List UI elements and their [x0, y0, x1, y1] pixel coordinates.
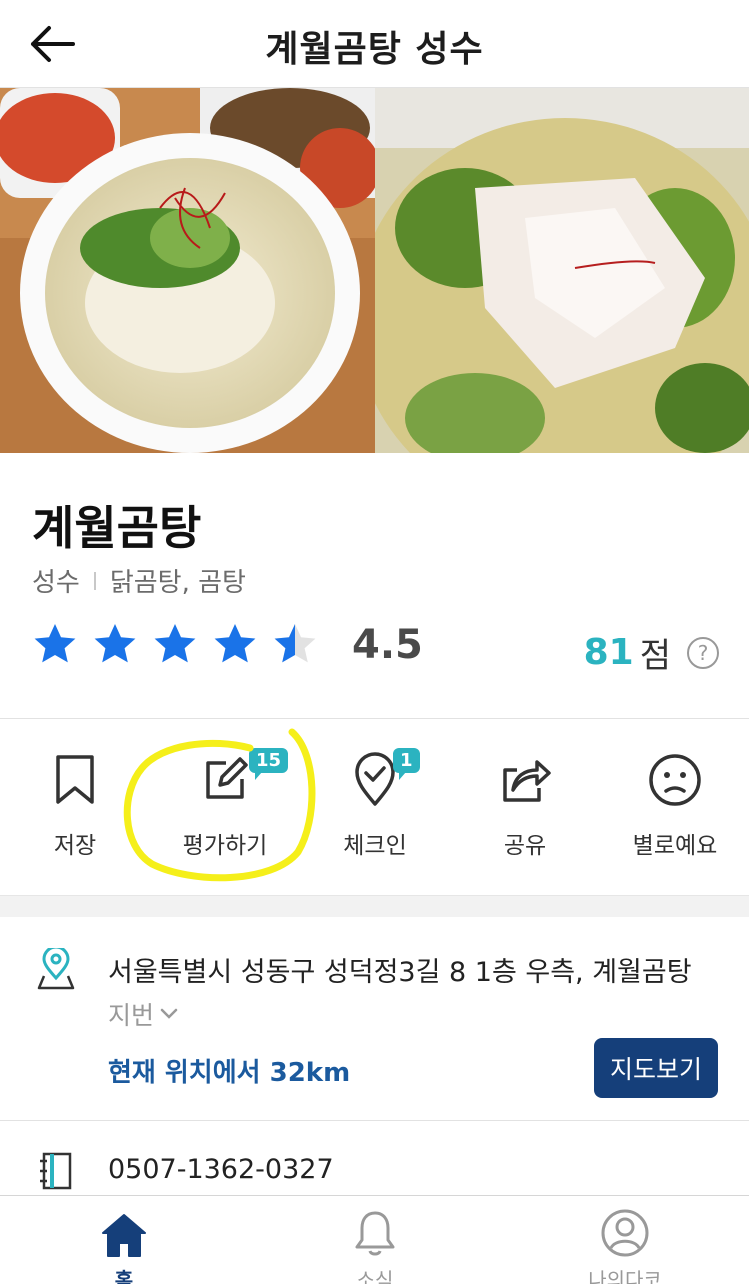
divider	[0, 1120, 749, 1121]
meta-separator	[93, 571, 96, 590]
page-title: 계월곰탕 성수	[265, 29, 484, 70]
star-icon	[94, 624, 136, 663]
action-bar: 저장 15 평가하기 1 체크인 공유 별로예요	[0, 740, 749, 890]
bottom-navigation: 홈 소식 나의다코	[0, 1195, 749, 1284]
home-icon	[102, 1214, 146, 1257]
checkin-pin-icon	[355, 752, 395, 806]
share-button[interactable]: 공유	[465, 740, 585, 870]
review-button[interactable]: 15 평가하기	[165, 740, 289, 870]
review-count-badge: 15	[249, 748, 289, 780]
jibun-label: 지번	[108, 1001, 155, 1030]
share-icon	[503, 760, 551, 802]
location-icon	[36, 945, 76, 996]
photo-gallery[interactable]	[0, 88, 749, 453]
food-photo-closeup[interactable]	[375, 88, 749, 453]
nav-news-label: 소식	[356, 1268, 394, 1284]
food-photo[interactable]	[0, 88, 375, 453]
checkin-button[interactable]: 1 체크인	[315, 740, 435, 870]
divider	[0, 718, 749, 719]
bookmark-icon	[56, 755, 94, 804]
nav-home-label: 홈	[114, 1268, 134, 1284]
save-label: 저장	[53, 833, 97, 859]
restaurant-name: 계월곰탕	[32, 501, 202, 555]
meh-label: 별로예요	[632, 833, 718, 859]
nav-my[interactable]: 나의다코	[545, 1196, 705, 1284]
score-summary: 81 점 ?	[584, 628, 719, 677]
view-map-button[interactable]: 지도보기	[594, 1038, 718, 1098]
star-icon	[154, 624, 196, 663]
bell-icon	[355, 1211, 395, 1256]
meh-face-icon	[649, 754, 701, 806]
help-icon[interactable]: ?	[687, 636, 719, 669]
edit-icon	[206, 757, 248, 799]
profile-icon	[601, 1209, 649, 1257]
star-icon	[214, 624, 256, 663]
category-label: 닭곰탕, 곰탕	[109, 568, 246, 598]
review-label: 평가하기	[182, 833, 268, 859]
address-text: 서울특별시 성동구 성덕정3길 8 1층 우측, 계월곰탕	[108, 957, 692, 988]
score-unit: 점	[639, 636, 671, 676]
checkin-label: 체크인	[343, 833, 407, 859]
restaurant-meta: 성수 닭곰탕, 곰탕	[32, 562, 246, 599]
star-half-icon	[274, 624, 316, 663]
share-label: 공유	[503, 833, 547, 859]
save-button[interactable]: 저장	[15, 740, 135, 870]
star-icon	[34, 624, 76, 663]
rating-value: 4.5	[352, 622, 423, 668]
star-rating	[30, 620, 320, 668]
phone-number[interactable]: 0507-1362-0327	[108, 1154, 334, 1185]
section-divider	[0, 895, 749, 917]
meh-button[interactable]: 별로예요	[615, 740, 735, 870]
phonebook-icon	[38, 1152, 74, 1194]
chevron-down-icon	[160, 1008, 178, 1019]
top-bar: 계월곰탕 성수	[0, 0, 749, 88]
jibun-toggle[interactable]: 지번	[108, 996, 178, 1032]
nav-home[interactable]: 홈	[44, 1196, 204, 1284]
nav-my-label: 나의다코	[588, 1268, 662, 1284]
nav-news[interactable]: 소식	[295, 1196, 455, 1284]
checkin-count-badge: 1	[393, 748, 420, 780]
area-label: 성수	[32, 568, 80, 598]
score-number: 81	[583, 632, 634, 673]
distance-text: 현재 위치에서 32km	[108, 1058, 351, 1088]
